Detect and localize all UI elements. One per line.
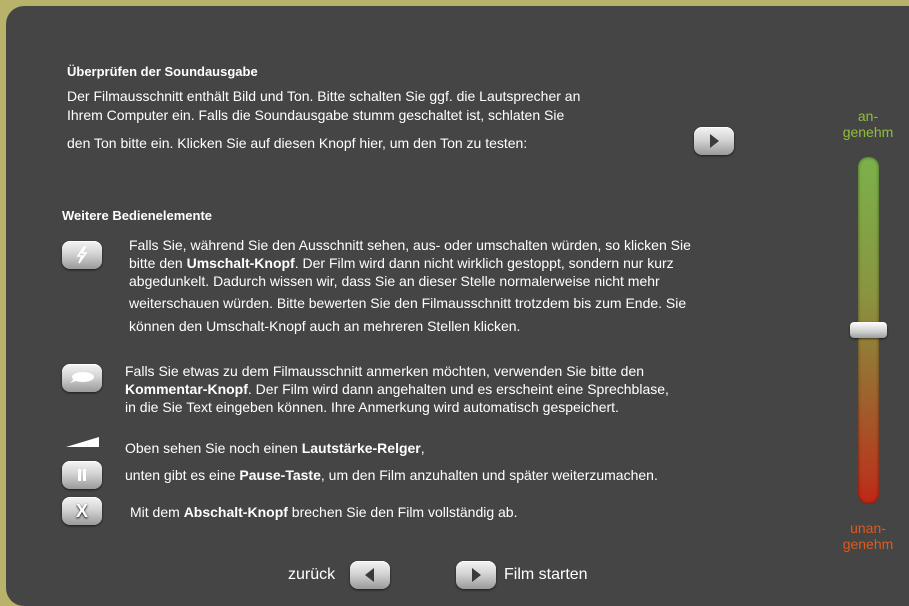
comment-text-2: Kommentar-Knopf. Der Film wird dann ange… (125, 381, 669, 397)
sound-test-button[interactable] (694, 127, 734, 155)
sound-check-title: Überprüfen der Soundausgabe (67, 64, 258, 79)
abort-button[interactable]: X (62, 497, 102, 525)
chevron-left-icon (365, 568, 374, 582)
scale-top-label: an- genehm (842, 108, 894, 140)
scale-bottom-label: unan- genehm (842, 520, 894, 552)
sound-check-line-2: Ihrem Computer ein. Falls die Soundausga… (67, 107, 565, 123)
comment-button[interactable] (62, 364, 102, 392)
pause-icon (78, 469, 86, 481)
play-icon (710, 134, 719, 148)
pause-text: unten gibt es eine Pause-Taste, um den F… (125, 467, 658, 483)
back-button[interactable] (350, 561, 390, 589)
switch-text-5: können den Umschalt-Knopf auch an mehrer… (129, 318, 521, 334)
sound-check-line-1: Der Filmausschnitt enthält Bild und Ton.… (67, 88, 581, 104)
volume-text: Oben sehen Sie noch einen Lautstärke-Rel… (125, 440, 425, 456)
comment-text-3: in die Sie Text eingeben können. Ihre An… (125, 399, 619, 415)
start-film-label: Film starten (504, 566, 588, 583)
switch-text-1: Falls Sie, während Sie den Ausschnitt se… (129, 237, 691, 253)
lightning-icon (76, 246, 88, 264)
comment-text-1: Falls Sie etwas zu dem Filmausschnitt an… (125, 363, 645, 379)
play-icon (472, 568, 481, 582)
volume-icon (66, 437, 99, 447)
switch-button[interactable] (62, 241, 102, 269)
switch-text-4: weiterschauen würden. Bitte bewerten Sie… (129, 295, 687, 311)
controls-title: Weitere Bedienelemente (62, 208, 213, 223)
rating-slider-thumb[interactable] (850, 322, 887, 338)
abort-text: Mit dem Abschalt-Knopf brechen Sie den F… (130, 504, 518, 520)
sound-check-line-3: den Ton bitte ein. Klicken Sie auf diese… (67, 135, 528, 151)
speech-bubble-icon (70, 372, 94, 383)
switch-text-2: bitte den Umschalt-Knopf. Der Film wird … (129, 255, 674, 271)
start-film-button[interactable] (456, 561, 496, 589)
back-label: zurück (288, 566, 336, 583)
pause-button[interactable] (62, 461, 102, 489)
switch-text-3: abgedunkelt. Dadurch wissen wir, dass Si… (129, 273, 660, 289)
